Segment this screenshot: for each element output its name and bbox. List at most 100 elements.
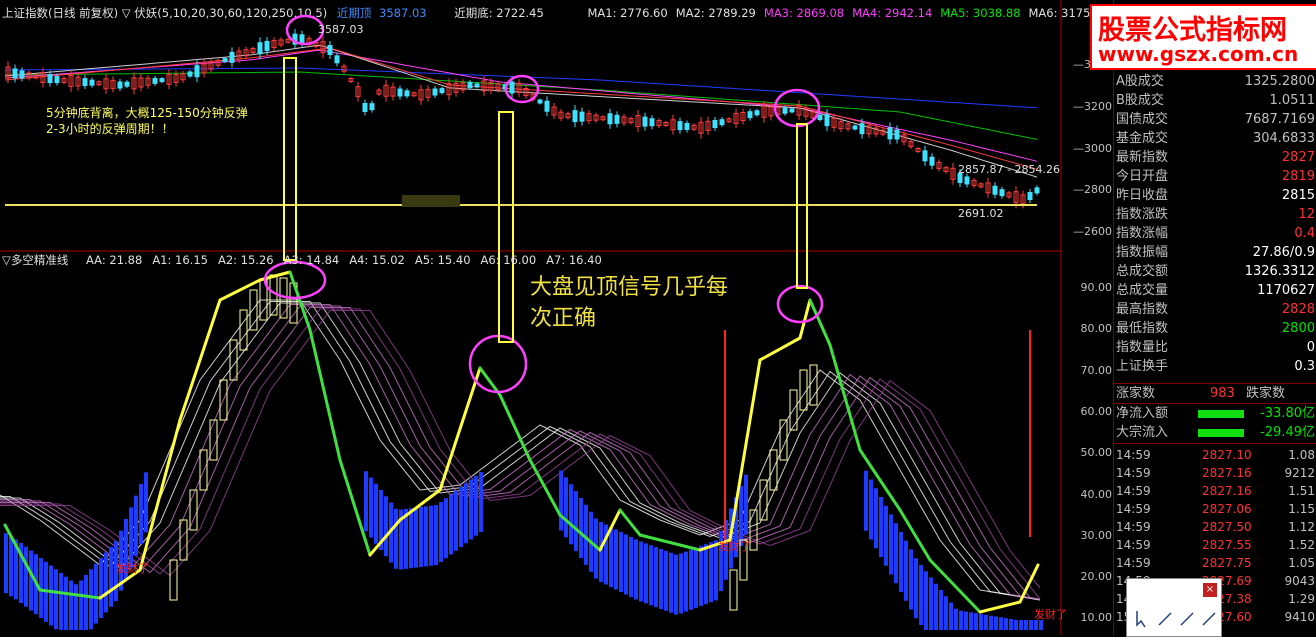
histogram-bar [1014, 619, 1018, 630]
candle-body [222, 58, 228, 62]
histogram-bar [479, 472, 483, 532]
histogram-bar [684, 551, 688, 612]
histogram-bar [679, 553, 683, 614]
histogram-bar [574, 491, 578, 552]
tick-time: 14:59 [1116, 484, 1151, 498]
connector-box [283, 57, 297, 261]
histogram-bar [429, 505, 433, 566]
candle-body [19, 70, 25, 79]
candle-body [194, 65, 200, 78]
candle-body [859, 123, 865, 135]
indicator-tick: 10.00 [1080, 611, 1113, 625]
candle-body [229, 51, 235, 63]
histogram-bar [979, 614, 983, 630]
indicator-value: A2: 15.26 [217, 253, 274, 267]
up-count: 983 [1210, 386, 1235, 401]
histogram-bar [644, 543, 648, 604]
flow-bar [1198, 429, 1244, 437]
candle-body [369, 103, 375, 111]
tick-price: 2827.50 [1202, 520, 1252, 534]
candle-body [432, 88, 438, 96]
histogram-bar [619, 532, 623, 592]
trend-segment [178, 298, 222, 422]
segment-tool-icon [1202, 612, 1216, 626]
histogram-bar [934, 583, 938, 630]
quote-value: 2800 [1281, 321, 1315, 336]
indicator-title[interactable]: ▽多空精准线 [2, 253, 68, 267]
indicator-tick: 30.00 [1080, 528, 1113, 542]
candle-body [1034, 187, 1040, 194]
trend-segment [798, 298, 812, 340]
quote-row: 指数涨跌 12 [1114, 205, 1316, 224]
price-tick: —2600 [1073, 225, 1112, 238]
flow-value: -29.49亿 [1260, 425, 1315, 440]
candle-body [614, 114, 620, 124]
tick-volume: 1.15 [1288, 502, 1315, 516]
trend-segment [978, 600, 1022, 614]
histogram-bar [9, 536, 13, 597]
quote-value: 2827 [1281, 150, 1315, 165]
tick-row: 14:59 2827.50 1.12 [1114, 518, 1316, 536]
right-lo-label: 2691.02 [958, 207, 1004, 220]
candle-body [1027, 192, 1033, 200]
candle-body [467, 82, 473, 88]
histogram-bar [1009, 619, 1013, 630]
histogram-bar [709, 542, 713, 603]
quote-value: 2815 [1281, 188, 1315, 203]
candle-body [789, 108, 795, 113]
histogram-bar [944, 596, 948, 630]
histogram-bar [689, 549, 693, 610]
quote-value: 304.6833 [1252, 131, 1315, 146]
histogram-bar [74, 584, 78, 630]
top-note-2: 2-3小时的反弹周期！！ [46, 122, 174, 136]
candle-body [782, 107, 788, 114]
histogram-bar [464, 483, 468, 544]
histogram-bar [99, 558, 103, 618]
histogram-bar [69, 580, 73, 630]
trend-segment [498, 393, 532, 462]
histogram-bar [559, 470, 563, 531]
histogram-bar [869, 479, 873, 540]
quote-row: 最新指数 2827 [1114, 148, 1316, 167]
quote-label: 指数振幅 [1116, 245, 1169, 260]
tick-volume: 1.52 [1288, 538, 1315, 552]
candle-body [572, 110, 578, 123]
flow-row: 大宗流入 -29.49亿 [1114, 423, 1316, 442]
tick-time: 14:59 [1116, 502, 1151, 516]
signal-label-left: 发财了 [116, 562, 149, 575]
candle-body [684, 122, 690, 130]
candle-body [607, 113, 613, 125]
candle-body [89, 79, 95, 86]
signal-box [239, 309, 248, 351]
tick-row: 14:59 2827.75 1.05 [1114, 554, 1316, 572]
indicator-value: A5: 15.40 [414, 253, 471, 267]
close-icon[interactable]: × [1203, 583, 1217, 597]
histogram-bar [564, 477, 568, 538]
candle-body [747, 111, 753, 119]
support-marker [402, 195, 460, 207]
histogram-bar [374, 483, 378, 544]
drawing-toolbar[interactable]: × [1126, 578, 1222, 637]
quote-row: 最高指数 2828 [1114, 300, 1316, 319]
candle-body [719, 119, 725, 126]
price-tick: —3200 [1073, 100, 1112, 113]
candle-body [537, 99, 543, 104]
histogram-bar [1019, 620, 1023, 630]
histogram-bar [424, 506, 428, 567]
quote-row: 总成交额 1326.3312 [1114, 262, 1316, 281]
quote-label: 今日开盘 [1116, 169, 1169, 184]
quote-row: 指数量比 0 [1114, 338, 1316, 357]
quote-label: 最高指数 [1116, 302, 1169, 317]
histogram-bar [109, 546, 113, 607]
histogram-bar [414, 507, 418, 568]
histogram-bar [649, 545, 653, 606]
candle-body [922, 150, 928, 162]
histogram-bar [699, 546, 703, 606]
signal-box [229, 339, 238, 381]
quote-label: B股成交 [1116, 93, 1164, 108]
tick-row: 14:59 2827.10 1.08 [1114, 446, 1316, 464]
histogram-bar [59, 573, 63, 630]
histogram-bar [629, 537, 633, 597]
tick-volume: 1.05 [1288, 556, 1315, 570]
histogram-bar [874, 488, 878, 549]
